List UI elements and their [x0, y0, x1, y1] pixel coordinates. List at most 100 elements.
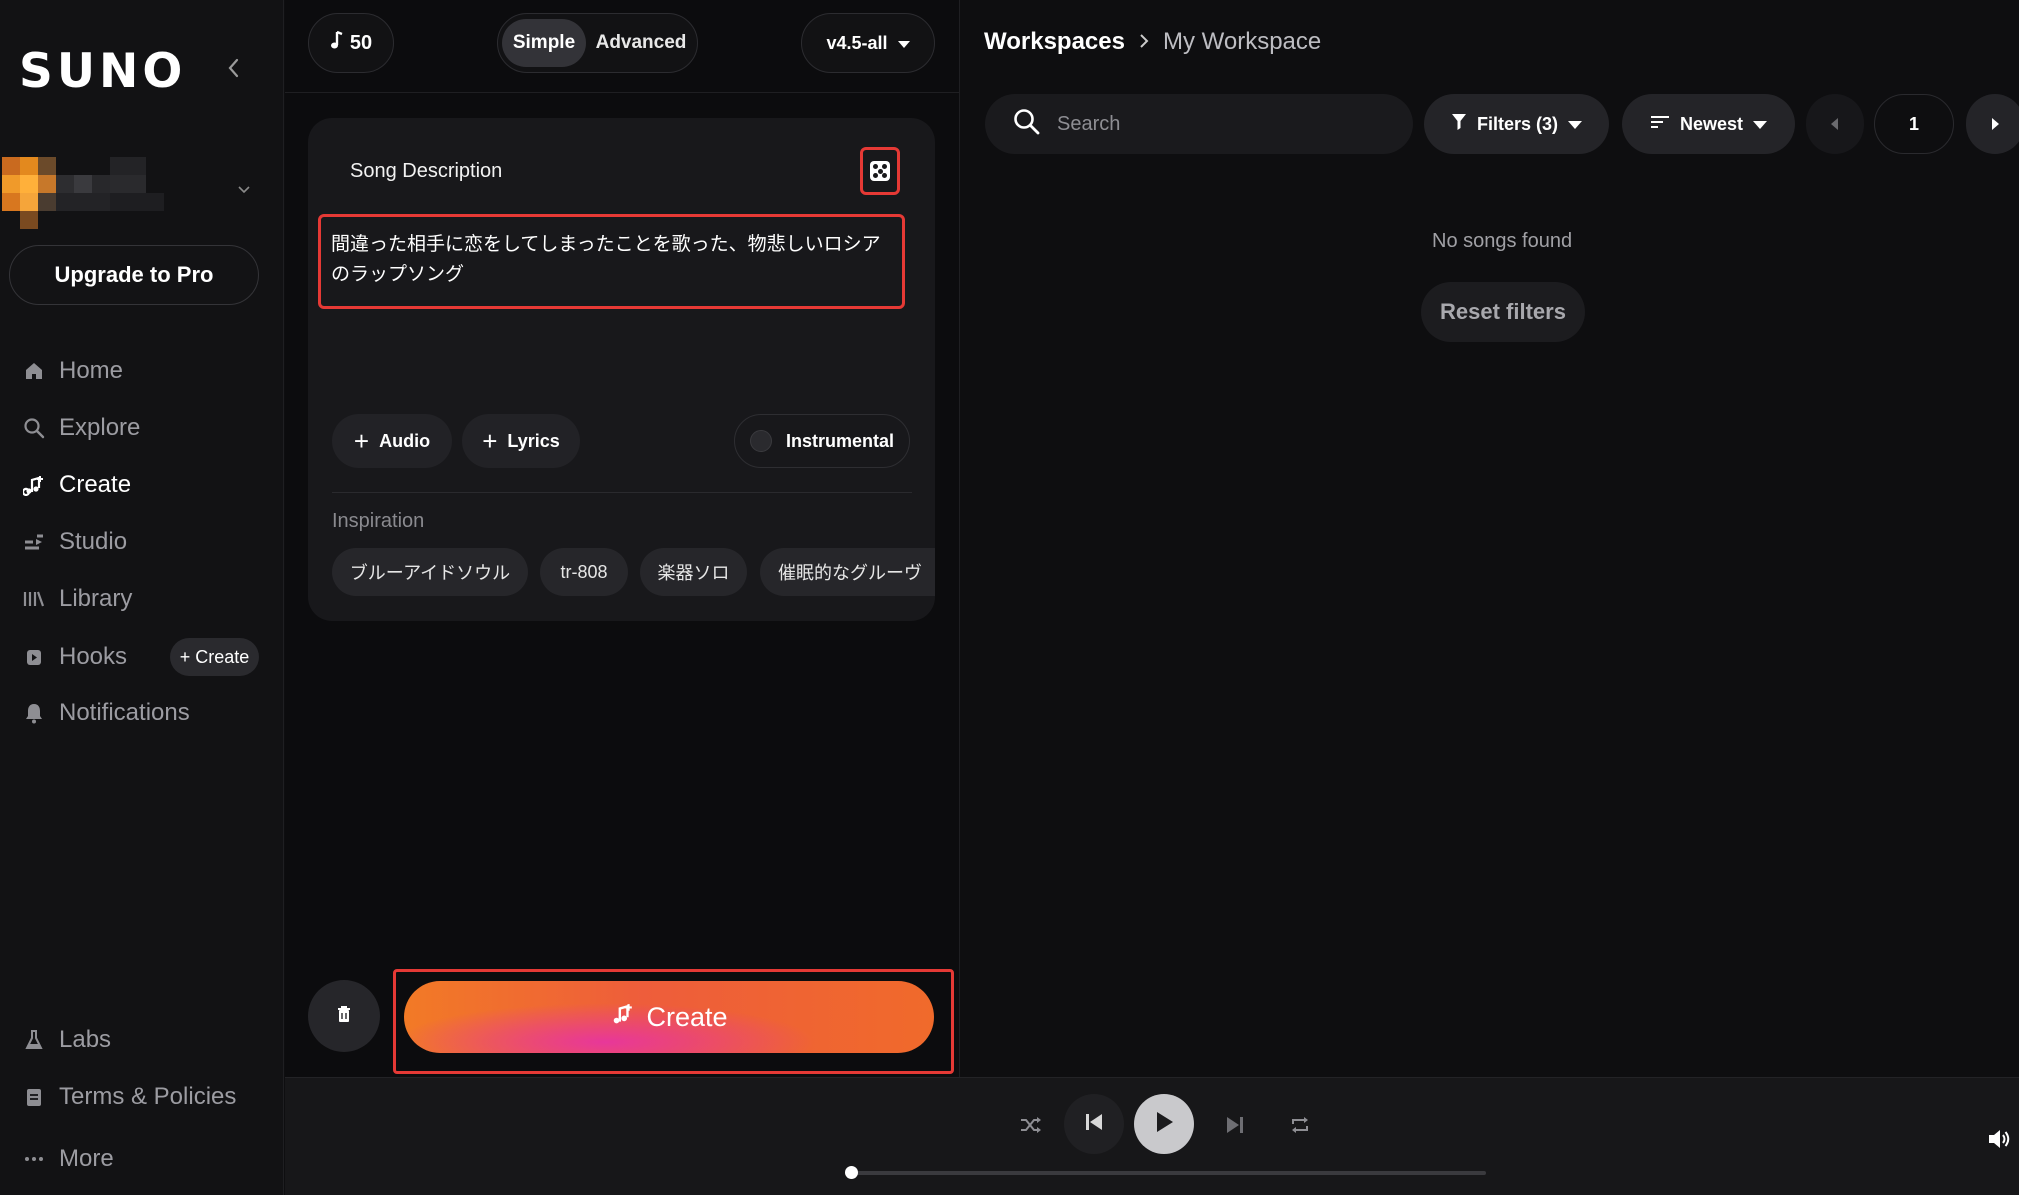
repeat-icon[interactable]: [1285, 1110, 1315, 1140]
sidebar-item-home[interactable]: Home: [0, 346, 284, 396]
reset-filters-button[interactable]: Reset filters: [1421, 282, 1585, 342]
sidebar-item-label: More: [59, 1145, 114, 1172]
inspiration-tag[interactable]: 楽器ソロ: [640, 548, 747, 596]
add-lyrics-button[interactable]: + Lyrics: [462, 414, 580, 468]
play-button[interactable]: [1134, 1094, 1194, 1154]
progress-handle[interactable]: [845, 1166, 858, 1179]
avatar[interactable]: [2, 157, 164, 229]
filters-label: Filters (3): [1476, 113, 1559, 134]
song-description-label: Song Description: [350, 160, 503, 182]
inspiration-label: Inspiration: [332, 510, 425, 532]
page-number[interactable]: 1: [1874, 94, 1954, 154]
collapse-sidebar-icon[interactable]: [224, 56, 244, 80]
toggle-indicator: [749, 430, 772, 452]
sidebar-item-label: Create: [59, 471, 132, 498]
instrumental-label: Instrumental: [785, 430, 895, 451]
credits-count: 50: [349, 31, 373, 54]
breadcrumb: Workspaces My Workspace: [984, 28, 1321, 56]
create-button[interactable]: Create: [404, 981, 934, 1053]
prev-page-button[interactable]: [1806, 94, 1864, 154]
search-icon: [21, 415, 47, 441]
song-description-card: [308, 118, 935, 621]
previous-track-button[interactable]: [1064, 1094, 1124, 1154]
account-chevron-down-icon[interactable]: [238, 181, 250, 197]
sidebar-item-more[interactable]: More: [0, 1134, 284, 1184]
sort-icon: [1650, 114, 1670, 135]
add-audio-button[interactable]: + Audio: [332, 414, 452, 468]
upgrade-to-pro-button[interactable]: Upgrade to Pro: [9, 245, 259, 305]
sidebar-item-studio[interactable]: Studio: [0, 517, 284, 567]
audio-label: Audio: [379, 430, 431, 451]
divider: [332, 492, 912, 493]
library-icon: [21, 586, 47, 612]
sidebar-item-terms[interactable]: Terms & Policies: [0, 1072, 284, 1122]
tab-simple[interactable]: Simple: [502, 19, 586, 67]
caret-down-icon: [897, 33, 910, 54]
caret-right-icon: [1991, 114, 1999, 135]
hooks-icon: [21, 644, 47, 670]
sidebar: SUNO Upgrade to Pro Home Explore Create …: [0, 0, 284, 1195]
sidebar-item-label: Labs: [59, 1026, 112, 1053]
hooks-create-button[interactable]: + Create: [170, 638, 259, 676]
home-icon: [21, 358, 47, 384]
trash-icon: [336, 1005, 352, 1028]
sidebar-item-label: Notifications: [59, 699, 190, 726]
sidebar-item-label: Hooks: [59, 643, 128, 670]
create-label: Create: [646, 1001, 728, 1032]
inspiration-tag[interactable]: 催眠的なグルーヴ: [760, 548, 935, 596]
inspiration-tag[interactable]: ブルーアイドソウル: [332, 548, 528, 596]
empty-state-text: No songs found: [1432, 230, 1573, 252]
inspiration-tag[interactable]: tr-808: [540, 548, 628, 596]
studio-icon: [21, 529, 47, 555]
sidebar-item-label: Explore: [59, 414, 141, 441]
plus-icon: +: [482, 425, 498, 456]
volume-icon[interactable]: [1984, 1124, 2014, 1154]
sidebar-item-library[interactable]: Library: [0, 574, 284, 624]
song-description-input[interactable]: 間違った相手に恋をしてしまったことを歌った、物悲しいロシアのラップソング: [318, 214, 905, 309]
progress-track[interactable]: [852, 1171, 1486, 1175]
sidebar-item-labs[interactable]: Labs: [0, 1015, 284, 1065]
skip-back-icon: [1084, 1113, 1104, 1136]
play-icon: [1154, 1111, 1174, 1138]
sidebar-item-label: Studio: [59, 528, 128, 555]
skip-forward-icon[interactable]: [1220, 1110, 1250, 1140]
suno-logo[interactable]: SUNO: [19, 44, 186, 99]
sidebar-item-label: Terms & Policies: [59, 1083, 237, 1110]
flask-icon: [21, 1027, 47, 1053]
bell-icon: [21, 700, 47, 726]
lyrics-label: Lyrics: [507, 430, 560, 451]
breadcrumb-workspaces[interactable]: Workspaces: [984, 28, 1125, 56]
caret-down-icon: [1568, 114, 1583, 135]
filters-button[interactable]: Filters (3): [1424, 94, 1609, 154]
tab-advanced[interactable]: Advanced: [589, 19, 693, 67]
divider: [285, 92, 960, 93]
search-icon: [1013, 108, 1041, 141]
sidebar-item-explore[interactable]: Explore: [0, 403, 284, 453]
caret-left-icon: [1831, 114, 1839, 135]
random-description-button[interactable]: [860, 147, 900, 195]
document-icon: [21, 1084, 47, 1110]
sort-button[interactable]: Newest: [1622, 94, 1795, 154]
instrumental-toggle[interactable]: Instrumental: [734, 414, 910, 468]
sidebar-item-create[interactable]: Create: [0, 460, 284, 510]
chevron-right-icon: [1139, 29, 1149, 55]
mode-toggle: Simple Advanced: [497, 13, 698, 73]
shuffle-icon[interactable]: [1016, 1110, 1046, 1140]
music-note-icon: [330, 30, 344, 56]
breadcrumb-current: My Workspace: [1162, 28, 1322, 55]
sort-label: Newest: [1679, 113, 1744, 134]
next-page-button[interactable]: [1966, 94, 2019, 154]
caret-down-icon: [1753, 114, 1768, 135]
sidebar-item-label: Home: [59, 357, 124, 384]
search-input[interactable]: [1057, 112, 1377, 136]
plus-icon: +: [353, 425, 370, 456]
music-plus-icon: [610, 1002, 634, 1033]
search-bar: [985, 94, 1413, 154]
clear-button[interactable]: [308, 980, 380, 1052]
version-select[interactable]: v4.5-all: [801, 13, 935, 73]
sidebar-item-notifications[interactable]: Notifications: [0, 688, 284, 738]
credits-badge[interactable]: 50: [308, 13, 394, 73]
filter-icon: [1451, 113, 1467, 136]
sidebar-item-label: Library: [59, 585, 133, 612]
music-plus-icon: [21, 472, 47, 498]
